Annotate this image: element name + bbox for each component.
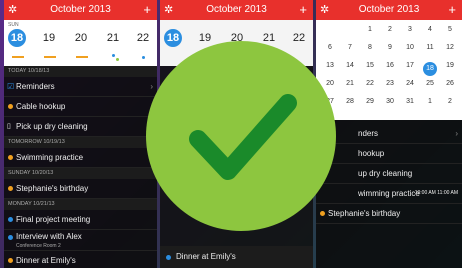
list-item[interactable]: Stephanie's birthday xyxy=(4,179,157,199)
month-day[interactable]: 26 xyxy=(440,80,460,87)
month-day[interactable]: 29 xyxy=(360,98,380,105)
month-day[interactable]: 5 xyxy=(440,26,460,33)
list-item[interactable]: Swimming practice xyxy=(4,148,157,168)
list-item[interactable]: wimming practice 10:00 AM 11:00 AM xyxy=(316,184,462,204)
month-day[interactable]: 1 xyxy=(360,26,380,33)
month-day[interactable]: 30 xyxy=(380,98,400,105)
event-color-dot xyxy=(166,255,171,260)
event-color-dot xyxy=(8,217,13,222)
month-day[interactable]: 8 xyxy=(360,44,380,51)
month-day[interactable]: 4 xyxy=(420,26,440,33)
agenda-list: nders › hookup up dry cleaning wimming pr… xyxy=(316,120,462,268)
month-day[interactable]: 14 xyxy=(340,62,360,69)
list-item[interactable]: ☑ Reminders › xyxy=(4,77,157,97)
month-day[interactable]: 10 xyxy=(400,44,420,51)
calendar-screen-week-agenda: ✲ October 2013 + SUN 18 19 20 21 22 TODA… xyxy=(4,0,157,268)
list-item[interactable]: hookup xyxy=(316,144,462,164)
event-indicator xyxy=(12,56,24,58)
month-day[interactable]: 17 xyxy=(400,62,420,69)
event-color-dot xyxy=(8,155,13,160)
month-day[interactable]: 3 xyxy=(400,26,420,33)
month-day[interactable]: 21 xyxy=(340,80,360,87)
section-header: TOMORROW 10/19/13 xyxy=(4,137,157,148)
month-day[interactable]: 11 xyxy=(420,44,440,51)
list-item[interactable]: Stephanie's birthday xyxy=(316,204,462,224)
day[interactable]: 20 xyxy=(72,32,90,44)
section-header: MONDAY 10/21/13 xyxy=(4,199,157,210)
month-day[interactable]: 2 xyxy=(440,98,460,105)
section-header: SUNDAY 10/20/13 xyxy=(4,168,157,179)
gear-icon[interactable]: ✲ xyxy=(320,0,329,20)
month-day[interactable]: 22 xyxy=(360,80,380,87)
month-day[interactable]: 31 xyxy=(400,98,420,105)
list-item[interactable]: Dinner at Emily's xyxy=(160,246,313,268)
month-day[interactable]: 18 xyxy=(423,62,437,76)
month-day[interactable]: 1 xyxy=(420,98,440,105)
list-item[interactable]: Interview with Alex Conference Room 2 xyxy=(4,230,157,251)
event-color-dot xyxy=(8,235,13,240)
month-day[interactable]: 24 xyxy=(400,80,420,87)
gear-icon[interactable]: ✲ xyxy=(8,0,17,20)
app-header: ✲ October 2013 + xyxy=(160,0,313,20)
gear-icon[interactable]: ✲ xyxy=(164,0,173,20)
list-item[interactable]: up dry cleaning xyxy=(316,164,462,184)
app-header: ✲ October 2013 + xyxy=(4,0,157,20)
event-color-dot xyxy=(8,104,13,109)
chevron-right-icon: › xyxy=(455,129,458,138)
month-day[interactable]: 23 xyxy=(380,80,400,87)
list-item[interactable]: Dinner at Emily's xyxy=(4,251,157,268)
month-day[interactable]: 15 xyxy=(360,62,380,69)
add-event-button[interactable]: + xyxy=(143,0,151,20)
month-day[interactable]: 16 xyxy=(380,62,400,69)
add-event-button[interactable]: + xyxy=(448,0,456,20)
list-item[interactable]: Final project meeting xyxy=(4,210,157,230)
month-title: October 2013 xyxy=(206,4,267,15)
event-color-dot xyxy=(8,258,13,263)
day-label: SUN xyxy=(8,22,19,28)
month-day[interactable]: 19 xyxy=(440,62,460,69)
month-day[interactable]: 12 xyxy=(440,44,460,51)
app-header: ✲ October 2013 + xyxy=(316,0,462,20)
checkmark-icon xyxy=(189,94,297,180)
day[interactable]: 21 xyxy=(104,32,122,44)
month-day[interactable]: 7 xyxy=(340,44,360,51)
event-dot xyxy=(116,58,119,61)
month-day[interactable]: 28 xyxy=(340,98,360,105)
day-selected[interactable]: 18 xyxy=(8,29,26,47)
event-indicator xyxy=(76,56,88,58)
month-day[interactable]: 9 xyxy=(380,44,400,51)
week-strip: SUN 18 19 20 21 22 xyxy=(4,20,157,66)
event-color-dot xyxy=(8,186,13,191)
event-dot xyxy=(142,56,145,59)
month-title: October 2013 xyxy=(358,4,420,15)
add-event-button[interactable]: + xyxy=(299,0,307,20)
checkmark-badge xyxy=(146,41,336,231)
list-item[interactable]: ▯ Pick up dry cleaning xyxy=(4,117,157,137)
day[interactable]: 19 xyxy=(40,32,58,44)
event-dot xyxy=(112,54,115,57)
event-indicator xyxy=(44,56,56,58)
checkbox-icon: ☑ xyxy=(7,82,15,91)
month-title: October 2013 xyxy=(50,4,111,15)
agenda-list: TODAY 10/18/13 ☑ Reminders › Cable hookup … xyxy=(4,66,157,268)
list-item[interactable]: Cable hookup xyxy=(4,97,157,117)
calendar-screen-month: ✲ October 2013 + 1 2 3 4 5 6 7 8 9 10 11 12 13 14 15 16… xyxy=(316,0,462,268)
todo-icon: ▯ xyxy=(7,123,11,130)
month-day[interactable]: 2 xyxy=(380,26,400,33)
list-item[interactable]: nders › xyxy=(316,124,462,144)
month-day[interactable]: 25 xyxy=(420,80,440,87)
section-header: TODAY 10/18/13 xyxy=(4,66,157,77)
month-grid: 1 2 3 4 5 6 7 8 9 10 11 12 13 14 15 16 17 18 19 20 21 22 23 24 2… xyxy=(316,20,462,120)
